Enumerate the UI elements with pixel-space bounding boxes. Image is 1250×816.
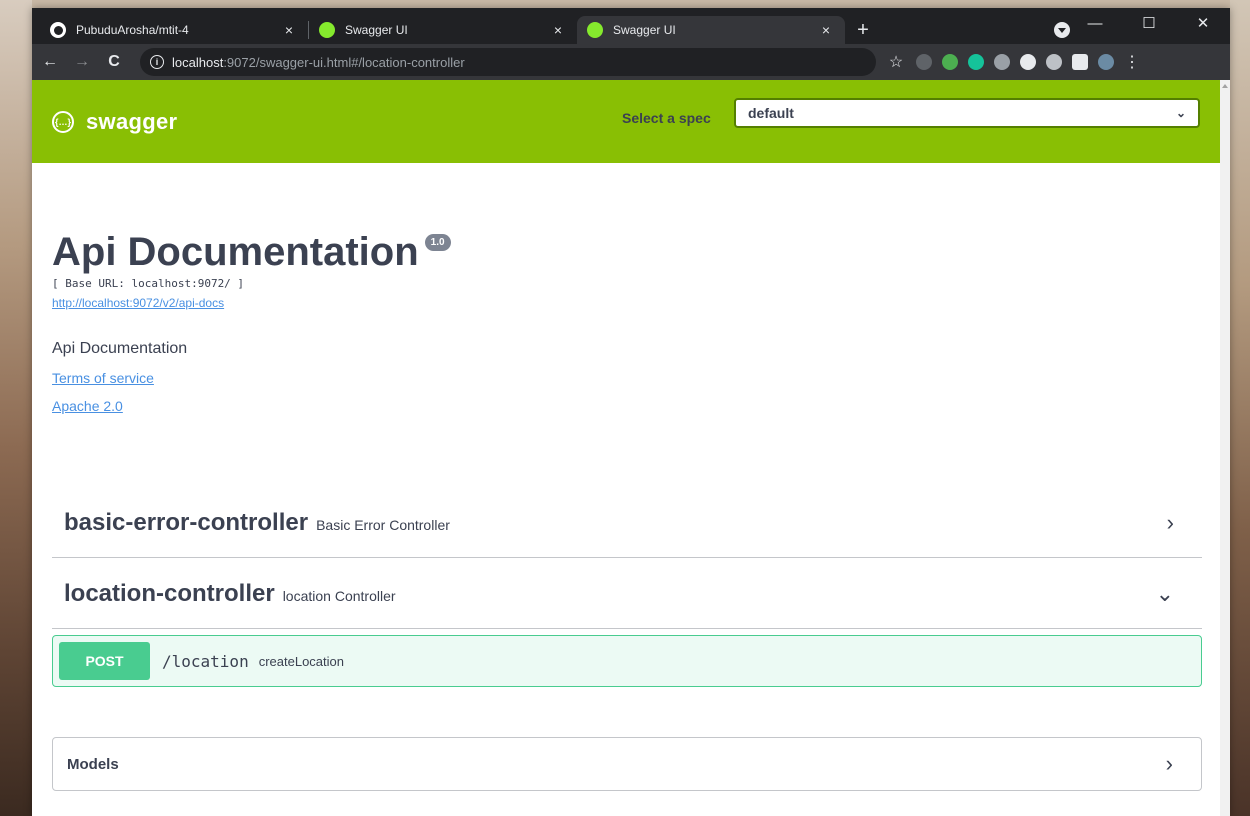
swagger-icon xyxy=(587,22,603,38)
chevron-down-icon: ⌄ xyxy=(1175,106,1186,120)
tab-swagger-2[interactable]: Swagger UI × xyxy=(577,16,845,44)
url-host: localhost xyxy=(172,54,224,70)
tab-swagger-1[interactable]: Swagger UI × xyxy=(309,16,577,44)
tab-title: Swagger UI xyxy=(613,23,676,37)
method-badge: POST xyxy=(59,642,150,680)
controller-desc: location Controller xyxy=(282,587,396,604)
api-docs-link[interactable]: http://localhost:9072/v2/api-docs xyxy=(52,296,1182,310)
puzzle-extensions-icon[interactable] xyxy=(1072,54,1088,70)
api-title-text: Api Documentation xyxy=(52,230,419,274)
react-devtools-icon[interactable] xyxy=(994,54,1010,70)
chevron-down-icon: ⌄ xyxy=(1155,580,1174,606)
tab-title: Swagger UI xyxy=(345,23,408,37)
globe-extension-icon[interactable] xyxy=(1020,54,1036,70)
controller-name: location-controller xyxy=(64,579,275,607)
terms-of-service-link[interactable]: Terms of service xyxy=(52,370,1182,386)
page-title: Api Documentation 1.0 xyxy=(52,230,1182,275)
chevron-right-icon: › xyxy=(1165,751,1173,776)
maximize-button[interactable]: ☐ xyxy=(1122,8,1176,38)
shield-extension-icon[interactable] xyxy=(942,54,958,70)
desktop-wallpaper-left xyxy=(0,0,32,816)
version-badge: 1.0 xyxy=(424,234,451,251)
swagger-logo[interactable]: {…} swagger xyxy=(52,109,177,135)
swagger-icon xyxy=(319,22,335,38)
controller-desc: Basic Error Controller xyxy=(316,516,450,533)
controller-location[interactable]: location-controller location Controller … xyxy=(52,559,1202,629)
swagger-logo-text: swagger xyxy=(86,108,178,134)
browser-toolbar: ← → C i localhost:9072/swagger-ui.html#/… xyxy=(32,44,1230,80)
api-description: Api Documentation xyxy=(52,340,188,357)
close-icon[interactable]: × xyxy=(280,22,298,38)
close-icon[interactable]: × xyxy=(549,22,567,38)
grammarly-icon[interactable] xyxy=(968,54,984,70)
minimize-button[interactable]: — xyxy=(1068,8,1122,38)
tab-github[interactable]: PubuduArosha/mtit-4 × xyxy=(40,16,308,44)
extensions-bar xyxy=(916,54,1114,70)
operation-path: /location xyxy=(162,651,249,671)
browser-window: PubuduArosha/mtit-4 × Swagger UI × Swagg… xyxy=(32,8,1230,816)
tab-title: PubuduArosha/mtit-4 xyxy=(76,23,189,37)
swagger-logo-icon: {…} xyxy=(52,110,74,133)
api-info: Api Documentation 1.0 [ Base URL: localh… xyxy=(52,230,1182,414)
license-link[interactable]: Apache 2.0 xyxy=(52,398,1182,414)
info-icon[interactable]: i xyxy=(150,55,164,69)
spec-label: Select a spec xyxy=(622,110,711,126)
url-text[interactable]: localhost:9072/swagger-ui.html#/location… xyxy=(172,55,465,70)
spec-select[interactable]: default ⌄ xyxy=(734,98,1200,128)
swagger-topbar: {…} swagger Select a spec default ⌄ xyxy=(32,80,1220,163)
forward-button[interactable]: → xyxy=(68,53,96,71)
models-label: Models xyxy=(67,755,119,773)
close-window-button[interactable]: ✕ xyxy=(1176,8,1230,38)
spec-select-value: default xyxy=(748,105,794,121)
chevron-right-icon: › xyxy=(1166,509,1174,535)
page-scrollbar[interactable] xyxy=(1220,80,1230,816)
github-icon xyxy=(50,22,66,38)
brave-shield-icon[interactable] xyxy=(916,54,932,70)
close-icon[interactable]: × xyxy=(817,22,835,38)
reload-button[interactable]: C xyxy=(100,53,128,71)
new-tab-button[interactable]: + xyxy=(849,16,877,44)
page-content: {…} swagger Select a spec default ⌄ Api … xyxy=(32,80,1220,816)
base-url: [ Base URL: localhost:9072/ ] xyxy=(52,277,245,290)
menu-icon[interactable]: ⋮ xyxy=(1124,52,1140,72)
url-path: :9072/swagger-ui.html#/location-controll… xyxy=(223,54,465,70)
window-controls: — ☐ ✕ xyxy=(1068,8,1230,38)
back-button[interactable]: ← xyxy=(36,53,64,71)
tabs: PubuduArosha/mtit-4 × Swagger UI × Swagg… xyxy=(40,16,877,44)
avatar[interactable] xyxy=(1098,54,1114,70)
camera-icon[interactable] xyxy=(1046,54,1062,70)
desktop-wallpaper-right xyxy=(1230,0,1250,816)
operation-summary: createLocation xyxy=(258,653,344,669)
controller-name: basic-error-controller xyxy=(64,508,309,536)
address-bar[interactable]: i localhost:9072/swagger-ui.html#/locati… xyxy=(140,48,876,76)
bookmark-star-icon[interactable]: ☆ xyxy=(884,52,908,72)
models-section[interactable]: Models › xyxy=(52,737,1202,791)
operation-post-location[interactable]: POST /location createLocation xyxy=(52,635,1202,687)
controller-basic-error[interactable]: basic-error-controller Basic Error Contr… xyxy=(52,488,1202,558)
